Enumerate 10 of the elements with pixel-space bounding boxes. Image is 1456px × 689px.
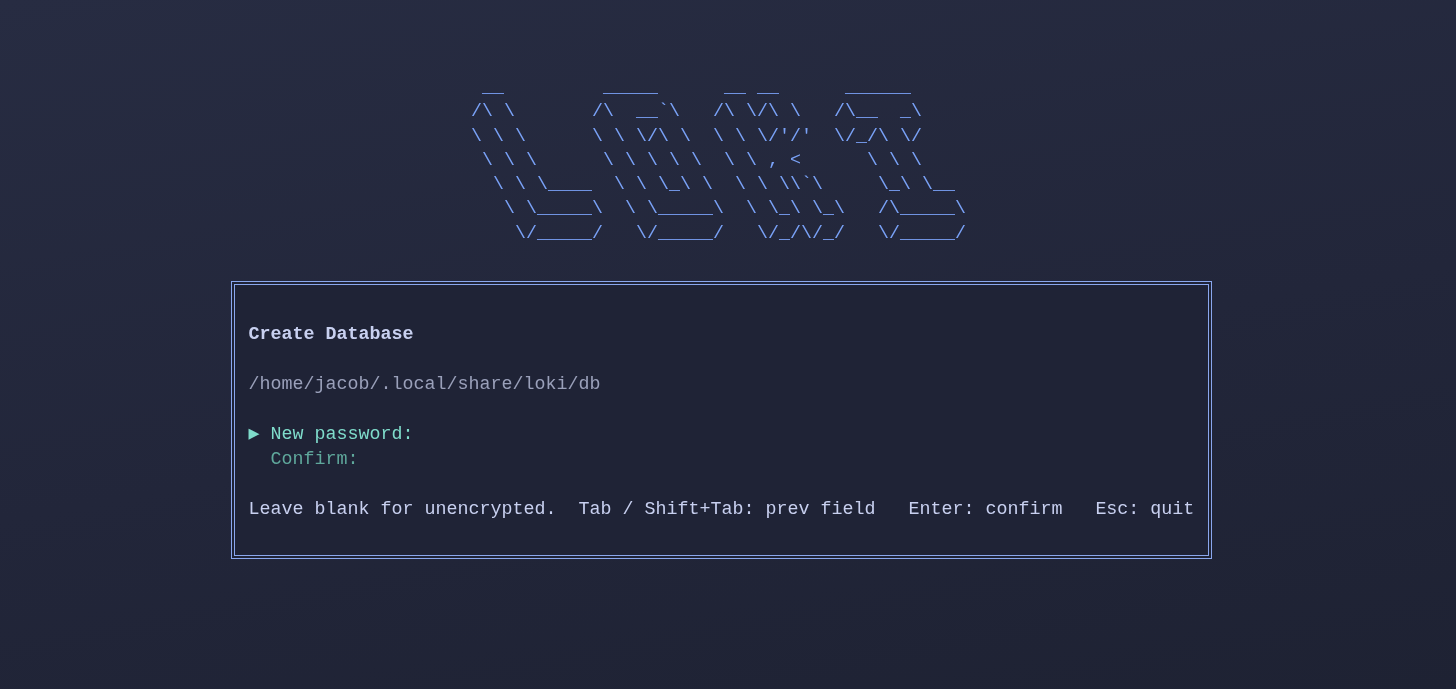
key-hint: Esc: quit	[1095, 498, 1195, 523]
field-label[interactable]: New password:	[270, 422, 414, 448]
key-hint: Tab / Shift+Tab: prev field	[578, 498, 876, 523]
selection-marker: ▶	[248, 424, 260, 446]
field-label[interactable]: Confirm:	[270, 447, 359, 473]
dialog-title: Create Database	[248, 323, 415, 348]
key-hint: Leave blank for unencrypted.	[248, 498, 557, 523]
database-path: /home/jacob/.local/share/loki/db	[248, 373, 602, 398]
ascii-logo: __ _____ __ __ ______ /\ \ /\ __`\ /\ \/\ \ /\__ _\ \ \ \ \ \ \/\ \ \ \ \/'/' \/_/\ \/ \ \ \ \ \ \ \ \ \ \ , < \ \ \ \ \ \____ \ \ \_\ \ \ \ \\`\ \_\ \__ \ \_____\ \ \_____\ \ \_\ \_\ /\_____\ \/_____/ \/_____/ \/_/\/_/ \/_____/	[471, 76, 967, 246]
key-hint: Enter: confirm	[908, 498, 1063, 523]
